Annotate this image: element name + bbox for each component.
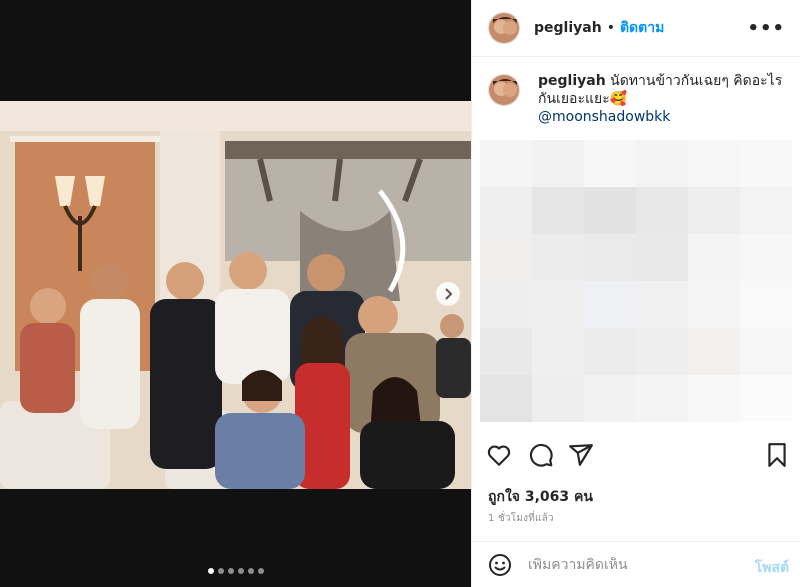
blurred-comments (480, 140, 792, 422)
smiley-icon (489, 553, 511, 576)
more-options-button[interactable]: ••• (747, 18, 785, 39)
caption-username[interactable]: pegliyah (538, 73, 606, 89)
post-header: pegliyah • ติดตาม ••• (472, 0, 800, 57)
instagram-post-modal: pegliyah • ติดตาม ••• pegliyah นัดทานข้า… (0, 0, 800, 587)
caption-text: pegliyah นัดทานข้าวกันเฉยๆ คิดอะไรกันเยอ… (538, 72, 788, 126)
heart-icon (487, 445, 511, 466)
carousel-dot (227, 568, 234, 574)
caption-mention[interactable]: @moonshadowbkk (538, 108, 788, 126)
save-button[interactable] (764, 442, 790, 468)
avatar[interactable] (488, 12, 520, 44)
comment-button[interactable] (528, 442, 554, 468)
carousel-dot (247, 568, 254, 574)
comment-input[interactable] (528, 556, 728, 573)
chevron-right-icon (445, 288, 453, 300)
carousel-indicator (0, 568, 471, 574)
avatar[interactable] (488, 74, 520, 106)
post-comment-button[interactable]: โพสต์ (755, 557, 789, 579)
carousel-dot (237, 568, 244, 574)
post-photo (0, 101, 471, 489)
comment-icon (529, 443, 553, 467)
header-username[interactable]: pegliyah (534, 20, 602, 36)
caption: pegliyah นัดทานข้าวกันเฉยๆ คิดอะไรกันเยอ… (488, 72, 788, 126)
header-separator: • (606, 20, 615, 36)
carousel-next-button[interactable] (436, 282, 460, 306)
carousel-dot (207, 568, 214, 574)
carousel-dot (217, 568, 224, 574)
like-count[interactable]: ถูกใจ 3,063 คน (488, 486, 593, 508)
post-timestamp: 1 ชั่วโมงที่แล้ว (488, 513, 554, 524)
emoji-button[interactable] (488, 553, 512, 577)
action-bar (472, 442, 800, 470)
carousel-dot (257, 568, 264, 574)
like-button[interactable] (486, 442, 512, 468)
follow-button[interactable]: ติดตาม (620, 17, 664, 39)
send-icon (569, 444, 593, 466)
post-details-panel: pegliyah • ติดตาม ••• pegliyah นัดทานข้า… (471, 0, 800, 587)
comment-bar: โพสต์ (472, 541, 800, 587)
bookmark-icon (768, 443, 786, 467)
media-panel (0, 0, 471, 587)
share-button[interactable] (568, 442, 594, 468)
